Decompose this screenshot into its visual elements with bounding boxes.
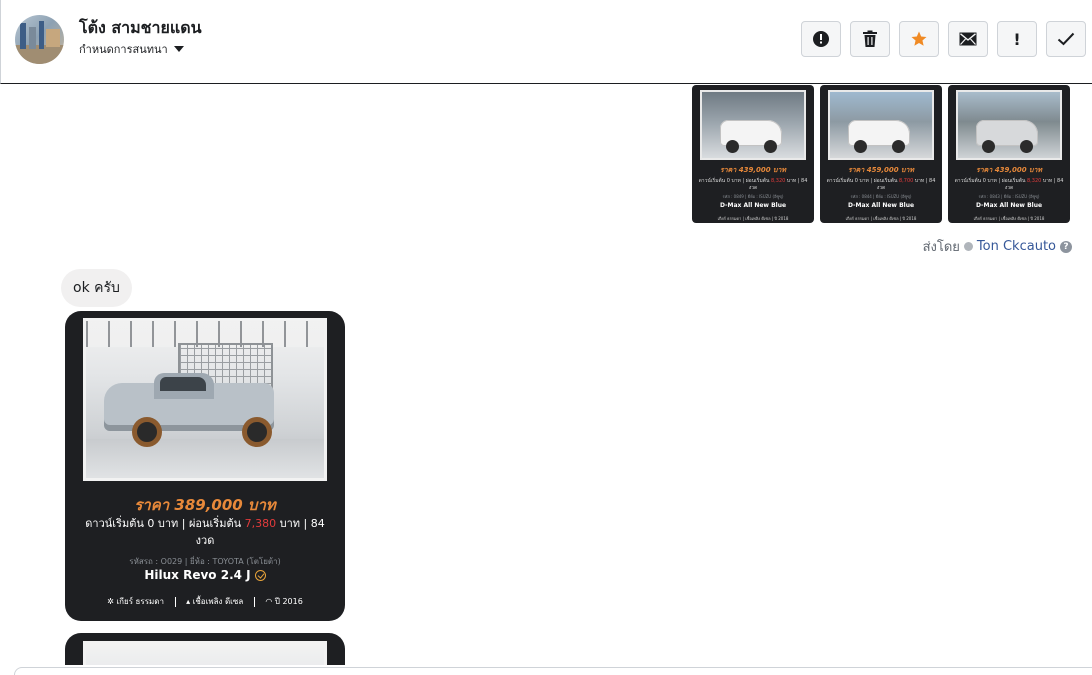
envelope-icon xyxy=(959,32,977,46)
car-model: D-Max All New Blue xyxy=(719,202,787,209)
car-meta: รหัส : 0843 | ยี่ห้อ : ISUZU (อีซูซุ) xyxy=(978,194,1040,199)
car-price: ราคา 389,000 บาท xyxy=(134,496,276,514)
car-terms: ดาวน์เริ่มต้น 0 บาท | ผ่อนเริ่มต้น 7,380… xyxy=(85,517,325,547)
car-meta: รหัสรถ : O029 | ยี่ห้อ : TOYOTA (โตโยต้า… xyxy=(129,557,281,566)
gear-icon: ✲ xyxy=(107,597,114,606)
car-card-thumb[interactable]: ราคา 459,000 บาท ดาวน์เริ่มต้น 0 บาท | ผ… xyxy=(820,85,942,223)
message-composer[interactable] xyxy=(14,667,1092,675)
fuel-icon: ▴ xyxy=(186,597,191,606)
car-photo xyxy=(83,318,327,481)
car-spec: เกียร์ ธรรมดา | เชื้อเพลิง ดีเซล | ปี 20… xyxy=(717,216,789,221)
contact-name[interactable]: โต้ง สามชายแดน xyxy=(79,16,202,41)
car-spec-year: ปี 2016 xyxy=(274,597,303,606)
car-terms: ดาวน์เริ่มต้น 0 บาท | ผ่อนเริ่มต้น 8,320… xyxy=(698,178,808,191)
check-icon xyxy=(1057,32,1075,46)
car-spec-gear: เกียร์ ธรรมดา xyxy=(116,597,164,606)
car-price: ราคา 459,000 บาท xyxy=(847,166,915,174)
caret-down-icon xyxy=(173,46,184,52)
car-photo xyxy=(700,90,806,160)
agent-name-link[interactable]: Ton Ckcauto xyxy=(977,239,1056,254)
car-meta: รหัส : 0849 | ยี่ห้อ : ISUZU (อีซูซุ) xyxy=(722,194,784,199)
conversation-setting-label: กำหนดการสนทนา xyxy=(79,43,168,56)
star-icon xyxy=(911,31,927,46)
header-actions: ! xyxy=(801,21,1086,57)
mark-done-button[interactable] xyxy=(1046,21,1086,57)
gauge-icon: ◠ xyxy=(265,597,273,606)
car-spec-fuel: เชื้อเพลิง ดีเซล xyxy=(192,597,244,606)
car-model: D-Max All New Blue xyxy=(975,202,1043,209)
car-card-thumb[interactable]: ราคา 439,000 บาท ดาวน์เริ่มต้น 0 บาท | ผ… xyxy=(948,85,1070,223)
agent-status-icon xyxy=(963,242,973,251)
delete-button[interactable] xyxy=(850,21,890,57)
sent-car-cards: ราคา 439,000 บาท ดาวน์เริ่มต้น 0 บาท | ผ… xyxy=(692,85,1070,223)
message-thread[interactable]: ราคา 439,000 บาท ดาวน์เริ่มต้น 0 บาท | ผ… xyxy=(0,85,1092,665)
messenger-app: โต้ง สามชายแดน กำหนดการสนทนา ! ราคา 439,… xyxy=(0,0,1092,675)
car-model: D-Max All New Blue xyxy=(847,202,915,209)
sent-by-label: ส่งโดย xyxy=(922,240,960,255)
trash-icon xyxy=(863,30,877,47)
conversation-header: โต้ง สามชายแดน กำหนดการสนทนา ! xyxy=(0,0,1092,84)
report-button[interactable] xyxy=(801,21,841,57)
car-spec: ✲ เกียร์ ธรรมดา ▴ เชื้อเพลิง ดีเซล ◠ ปี … xyxy=(65,595,345,608)
alert-circle-icon xyxy=(813,31,829,47)
incoming-message-bubble[interactable]: ok ครับ xyxy=(61,269,132,307)
mark-spam-button[interactable]: ! xyxy=(997,21,1037,57)
car-terms: ดาวน์เริ่มต้น 0 บาท | ผ่อนเริ่มต้น 8,700… xyxy=(826,178,936,191)
star-button[interactable] xyxy=(899,21,939,57)
sent-by-line: ส่งโดย Ton Ckcauto ? xyxy=(923,236,1072,257)
avatar-photo-icon xyxy=(15,21,64,64)
car-spec: เกียร์ ธรรมดา | เชื้อเพลิง ดีเซล | ปี 20… xyxy=(845,216,917,221)
car-card-thumb[interactable]: ราคา 439,000 บาท ดาวน์เริ่มต้น 0 บาท | ผ… xyxy=(692,85,814,223)
car-photo xyxy=(83,641,327,665)
exclamation-icon: ! xyxy=(1013,29,1021,49)
conversation-setting-dropdown[interactable]: กำหนดการสนทนา xyxy=(79,40,184,58)
car-photo xyxy=(828,90,934,160)
email-button[interactable] xyxy=(948,21,988,57)
car-meta: รหัส : 0844 | ยี่ห้อ : ISUZU (อีซูซุ) xyxy=(850,194,912,199)
help-icon[interactable]: ? xyxy=(1060,240,1072,253)
car-price: ราคา 439,000 บาท xyxy=(975,166,1043,174)
avatar[interactable] xyxy=(15,15,64,64)
car-terms: ดาวน์เริ่มต้น 0 บาท | ผ่อนเริ่มต้น 8,320… xyxy=(954,178,1064,191)
incoming-car-card[interactable]: ราคา 389,000 บาท ดาวน์เริ่มต้น 0 บาท | ผ… xyxy=(65,311,345,621)
car-model-label: Hilux Revo 2.4 J xyxy=(144,568,251,582)
car-spec: เกียร์ ธรรมดา | เชื้อเพลิง ดีเซล | ปี 20… xyxy=(973,216,1045,221)
car-model: Hilux Revo 2.4 J xyxy=(65,568,345,582)
verified-check-icon xyxy=(254,569,266,581)
car-photo xyxy=(956,90,1062,160)
car-price: ราคา 439,000 บาท xyxy=(719,166,787,174)
incoming-car-card-partial[interactable] xyxy=(65,633,345,665)
